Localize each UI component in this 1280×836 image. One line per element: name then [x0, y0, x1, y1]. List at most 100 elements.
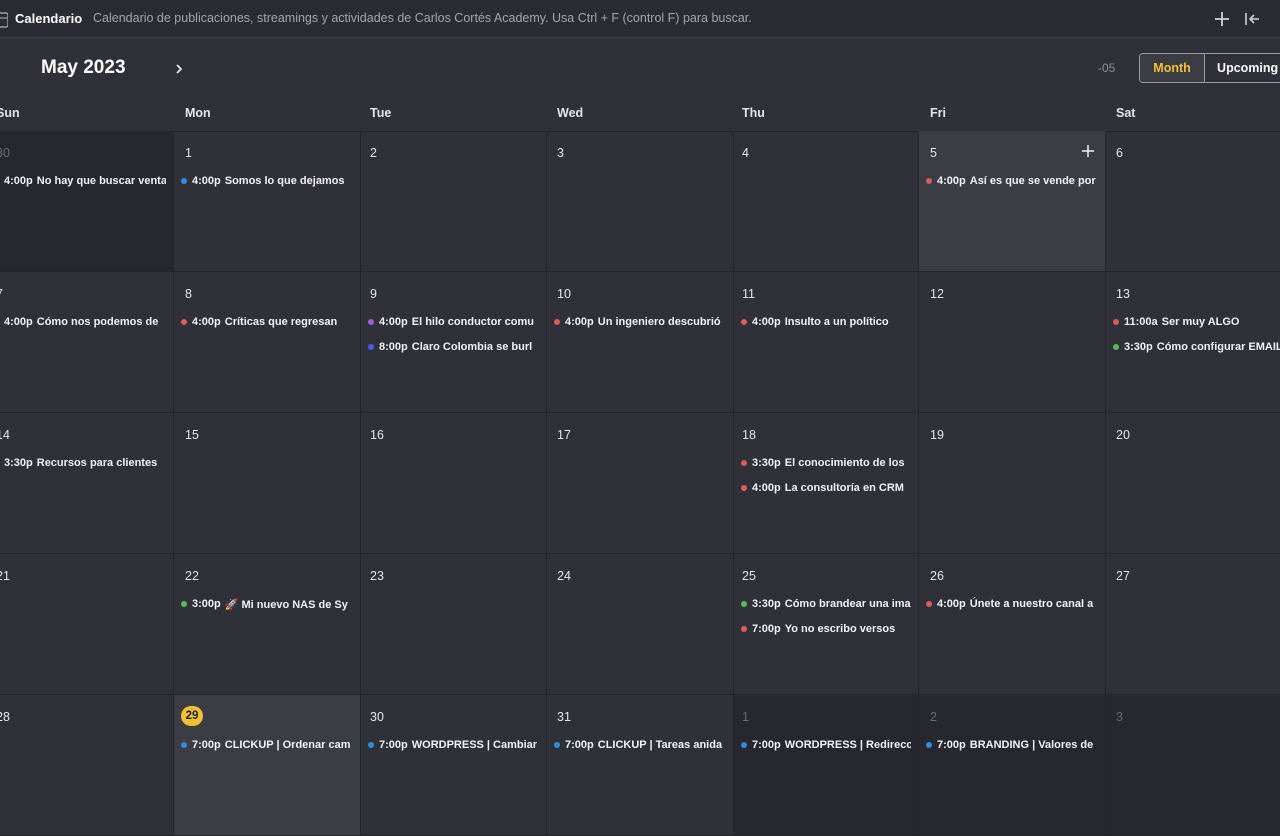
day-cell[interactable]: 1 7:00p WORDPRESS | Redirecc	[734, 695, 919, 836]
page-description: Calendario de publicaciones, streamings …	[93, 11, 752, 25]
day-cell[interactable]: 7 4:00pCómo nos podemos de	[0, 272, 174, 413]
day-cell[interactable]: 23	[361, 554, 547, 695]
weekday-mon: Mon	[185, 106, 211, 120]
top-bar: Calendario Calendario de publicaciones, …	[0, 0, 1280, 38]
view-upcoming-button[interactable]: Upcoming	[1205, 54, 1280, 82]
day-cell[interactable]: 19	[919, 413, 1106, 554]
day-cell[interactable]: 25 3:30p Cómo brandear una ima 7:00p Yo no e…	[734, 554, 919, 695]
event-time: 4:00p	[4, 316, 33, 328]
day-cell[interactable]: 1 4:00p Somos lo que dejamos	[174, 131, 361, 272]
chevron-right-icon[interactable]	[170, 60, 188, 78]
weekday-wed: Wed	[557, 106, 584, 120]
event-color-dot	[741, 460, 747, 466]
event-item[interactable]: 7:00p Yo no escribo versos	[741, 621, 911, 637]
day-cell[interactable]: 20	[1106, 413, 1280, 554]
view-switch: Month Upcoming	[1139, 53, 1280, 83]
event-item[interactable]: 4:00p Un ingeniero descubrió	[554, 314, 726, 330]
event-time: 4:00p	[4, 175, 33, 187]
day-number: 12	[930, 287, 944, 301]
day-cell[interactable]: 15	[174, 413, 361, 554]
day-cell[interactable]: 31 7:00p CLICKUP | Tareas anida	[547, 695, 734, 836]
event-item[interactable]: 7:00p CLICKUP | Ordenar cam	[181, 737, 353, 753]
event-color-dot	[741, 626, 747, 632]
event-item[interactable]: 4:00p El hilo conductor comu	[368, 314, 539, 330]
day-cell[interactable]: 30 4:00pNo hay que buscar ventas	[0, 131, 174, 272]
day-cell[interactable]: 30 7:00p WORDPRESS | Cambiar	[361, 695, 547, 836]
weekday-thu: Thu	[742, 106, 765, 120]
event-color-dot	[554, 742, 560, 748]
day-cell[interactable]: 14 3:30pRecursos para clientes	[0, 413, 174, 554]
day-cell[interactable]: 4	[734, 131, 919, 272]
day-cell[interactable]: 27	[1106, 554, 1280, 695]
day-cell[interactable]: 6	[1106, 131, 1280, 272]
plus-icon[interactable]	[1212, 9, 1232, 29]
day-number: 13	[1116, 287, 1130, 301]
day-cell[interactable]: 3	[1106, 695, 1280, 836]
day-cell[interactable]: 24	[547, 554, 734, 695]
day-cell[interactable]: 13 11:00a Ser muy ALGO 3:30p Cómo configurar…	[1106, 272, 1280, 413]
event-item[interactable]: 3:30p Cómo brandear una ima	[741, 596, 911, 612]
day-cell[interactable]: 9 4:00p El hilo conductor comu 8:00p Claro C…	[361, 272, 547, 413]
day-cell[interactable]: 10 4:00p Un ingeniero descubrió	[547, 272, 734, 413]
day-cell[interactable]: 11 4:00p Insulto a un político	[734, 272, 919, 413]
day-cell[interactable]: 21	[0, 554, 174, 695]
day-number: 25	[742, 569, 756, 583]
event-color-dot	[926, 742, 932, 748]
day-number: 2	[370, 146, 377, 160]
day-number: 28	[0, 710, 10, 724]
event-item[interactable]: 3:30p El conocimiento de los	[741, 455, 911, 471]
event-item[interactable]: 4:00p Insulto a un político	[741, 314, 911, 330]
day-number: 21	[0, 569, 10, 583]
event-item[interactable]: 4:00p No hay que buscar ventas	[0, 173, 166, 189]
event-item[interactable]: 11:00a Ser muy ALGO	[1113, 314, 1280, 330]
event-item[interactable]: 4:00p Cómo nos podemos de	[0, 314, 166, 330]
event-color-dot	[181, 178, 187, 184]
day-cell[interactable]: 28	[0, 695, 174, 836]
timezone-label: -05	[1098, 61, 1116, 75]
event-item[interactable]: 4:00p Críticas que regresan	[181, 314, 353, 330]
view-month-button[interactable]: Month	[1140, 54, 1206, 82]
day-cell[interactable]: 2 7:00p BRANDING | Valores de	[919, 695, 1106, 836]
event-title: 🚀 Mi nuevo NAS de Sy	[224, 598, 348, 611]
day-cell[interactable]: 29 7:00p CLICKUP | Ordenar cam	[174, 695, 361, 836]
add-event-icon[interactable]	[1081, 144, 1095, 158]
event-item[interactable]: 4:00p La consultoría en CRM	[741, 480, 911, 496]
event-item[interactable]: 3:00p 🚀 Mi nuevo NAS de Sy	[181, 596, 353, 612]
day-cell[interactable]: 5 4:00p Así es que se vende por	[919, 131, 1106, 272]
event-time: 3:30p	[1124, 341, 1153, 353]
event-item[interactable]: 4:00p Únete a nuestro canal a	[926, 596, 1098, 612]
event-item[interactable]: 4:00p Así es que se vende por	[926, 173, 1098, 189]
day-cell[interactable]: 26 4:00p Únete a nuestro canal a	[919, 554, 1106, 695]
event-item[interactable]: 8:00p Claro Colombia se burl	[368, 339, 539, 355]
event-time: 3:00p	[192, 598, 221, 610]
day-number: 1	[742, 710, 749, 724]
day-cell[interactable]: 8 4:00p Críticas que regresan	[174, 272, 361, 413]
event-time: 4:00p	[379, 316, 408, 328]
day-cell[interactable]: 18 3:30p El conocimiento de los 4:00p La con…	[734, 413, 919, 554]
event-time: 4:00p	[937, 175, 966, 187]
day-cell[interactable]: 16	[361, 413, 547, 554]
event-title: CLICKUP | Tareas anida	[597, 739, 723, 751]
weekday-sat: Sat	[1116, 106, 1136, 120]
event-item[interactable]: 7:00p CLICKUP | Tareas anida	[554, 737, 726, 753]
event-item[interactable]: 7:00p WORDPRESS | Cambiar	[368, 737, 539, 753]
event-item[interactable]: 7:00p BRANDING | Valores de	[926, 737, 1098, 753]
calendar-toolbar: May 2023 -05 Month Upcoming	[0, 39, 1280, 97]
day-number: 15	[185, 428, 199, 442]
day-number: 14	[0, 428, 10, 442]
day-cell[interactable]: 3	[547, 131, 734, 272]
event-item[interactable]: 3:30p Cómo configurar EMAIL	[1113, 339, 1280, 355]
day-cell[interactable]: 12	[919, 272, 1106, 413]
event-item[interactable]: 7:00p WORDPRESS | Redirecc	[741, 737, 911, 753]
event-item[interactable]: 3:30p Recursos para clientes	[0, 455, 166, 471]
event-item[interactable]: 4:00p Somos lo que dejamos	[181, 173, 353, 189]
collapse-left-icon[interactable]	[1242, 9, 1262, 29]
event-title: CLICKUP | Ordenar cam	[224, 739, 351, 751]
day-cell[interactable]: 22 3:00p 🚀 Mi nuevo NAS de Sy	[174, 554, 361, 695]
event-time: 3:30p	[4, 457, 33, 469]
event-title: Cómo brandear una ima	[784, 598, 911, 610]
day-number: 24	[557, 569, 571, 583]
day-cell[interactable]: 17	[547, 413, 734, 554]
event-color-dot	[181, 601, 187, 607]
day-cell[interactable]: 2	[361, 131, 547, 272]
